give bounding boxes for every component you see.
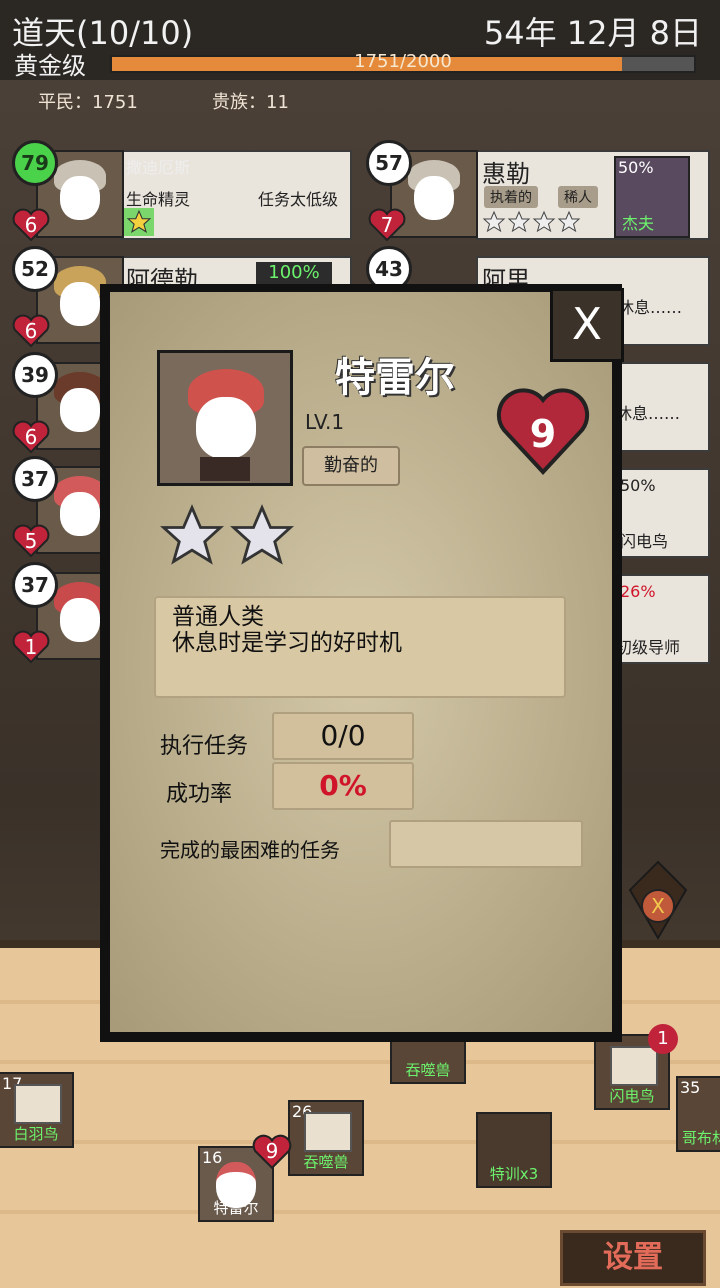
hero-card[interactable]: 惠勒 执着的 稀人 50% 杰夫: [476, 150, 710, 240]
hardest-task-label: 完成的最困难的任务: [160, 838, 340, 862]
floor-item[interactable]: 35 哥布林: [676, 1076, 720, 1152]
item-card[interactable]: 26% 初级导师: [612, 574, 710, 664]
floor-item[interactable]: 26 吞噬兽: [288, 1100, 364, 1176]
heart-badge: 9: [252, 1134, 292, 1170]
level-badge: 37: [12, 456, 58, 502]
floor-item[interactable]: 17 白羽鸟: [0, 1072, 74, 1148]
trait-tag: 勤奋的: [302, 446, 400, 486]
description-line: 普通人类: [172, 604, 264, 630]
side-name: 杰夫: [622, 214, 655, 233]
nobles-count: 贵族：11: [212, 92, 289, 113]
heart-count: 6: [24, 425, 38, 449]
success-label: 成功率: [166, 782, 233, 807]
level-badge: 37: [12, 562, 58, 608]
hero-name: 惠勒: [482, 160, 530, 188]
item-count: 35: [680, 1078, 701, 1097]
heart-count: 9: [265, 1139, 279, 1163]
heart-badge: 5: [12, 524, 50, 558]
hardest-task-value: [389, 820, 583, 868]
floor-item[interactable]: 特训x3: [476, 1112, 552, 1188]
hero-status: 休息……: [616, 404, 681, 423]
item-label: 特训x3: [489, 1165, 539, 1183]
hero-note: 任务太低级: [258, 190, 339, 209]
star-slot: [124, 208, 154, 236]
hero-race: 生命精灵: [126, 190, 191, 209]
item-label: 闪电鸟: [609, 1087, 655, 1105]
tasks-value: 0/0: [272, 712, 414, 760]
progress-text: 1751/2000: [354, 51, 452, 72]
hero-card[interactable]: 休息……: [612, 362, 710, 452]
settings-button[interactable]: 设置: [560, 1230, 706, 1286]
item-label: 特雷尔: [213, 1199, 259, 1217]
item-percent: 50%: [620, 476, 656, 495]
level-badge: 39: [12, 352, 58, 398]
item-card[interactable]: 50% 闪电鸟: [612, 468, 710, 558]
item-label: 哥布林: [682, 1129, 720, 1147]
item-label: 白羽鸟: [13, 1125, 59, 1143]
x-emblem-icon[interactable]: X: [628, 860, 688, 940]
item-percent: 26%: [620, 582, 656, 601]
star-icon: [158, 502, 226, 570]
level-badge: 79: [12, 140, 58, 186]
rank-label: 黄金级: [14, 52, 86, 80]
heart-count: 9: [529, 412, 557, 456]
success-value: 0%: [272, 762, 414, 810]
heart-count: 6: [24, 319, 38, 343]
commoners-count: 平民：1751: [38, 92, 138, 113]
face: [60, 388, 100, 432]
bundle-icon: [304, 1112, 352, 1152]
modal-hero-portrait: [157, 350, 293, 486]
date-display: 54年 12月 8日: [483, 14, 702, 52]
hero-name-wrap: 惠勒: [482, 154, 530, 189]
heart-badge: 1: [12, 630, 50, 664]
level-badge: 52: [12, 246, 58, 292]
body: [200, 457, 250, 481]
fame-progress-bar: 1751/2000: [110, 51, 696, 73]
face: [196, 397, 256, 459]
face: [60, 492, 100, 536]
side-percent: 50%: [618, 158, 654, 177]
face: [414, 176, 454, 220]
heart-badge: 7: [368, 208, 406, 242]
notification-badge: 1: [648, 1024, 678, 1054]
top-bar: 道天(10/10) 54年 12月 8日 黄金级 1751/2000: [0, 0, 720, 80]
modal-level: LV.1: [305, 410, 345, 434]
hero-card[interactable]: 撒迪厄斯 生命精灵 任务太低级: [120, 150, 352, 240]
trait-tag: 稀人: [558, 186, 598, 208]
floor-item[interactable]: 吞噬兽: [390, 1036, 466, 1084]
item-label: 吞噬兽: [303, 1153, 349, 1171]
heart-badge: 6: [12, 208, 50, 242]
hero-status: 休息……: [618, 298, 683, 317]
tasks-label: 执行任务: [160, 734, 249, 759]
heart-badge: 9: [496, 386, 590, 476]
side-portrait: 50% 杰夫: [614, 156, 690, 238]
svg-text:X: X: [651, 894, 665, 918]
heart-count: 1: [24, 635, 38, 659]
trait-tag: 执着的: [484, 186, 538, 208]
level-badge: 57: [366, 140, 412, 186]
face: [60, 282, 100, 326]
heart-count: 6: [24, 213, 38, 237]
floor-stripe: [0, 1210, 720, 1214]
modal-hero-name: 特雷尔: [335, 355, 455, 401]
item-name: 闪电鸟: [620, 532, 669, 551]
hero-description: 普通人类 休息时是学习的好时机: [154, 596, 566, 698]
star-icon: [228, 502, 296, 570]
item-count: 16: [202, 1148, 223, 1167]
heart-badge: 6: [12, 420, 50, 454]
face: [60, 598, 100, 642]
heart-badge: 6: [12, 314, 50, 348]
close-button[interactable]: X: [550, 288, 624, 362]
heart-count: 7: [380, 213, 394, 237]
star-row: [482, 210, 582, 238]
face: [60, 176, 100, 220]
item-name: 初级导师: [616, 638, 681, 657]
bundle-icon: [610, 1046, 658, 1086]
item-label: 吞噬兽: [405, 1061, 451, 1079]
description-line: 休息时是学习的好时机: [172, 630, 402, 656]
bundle-icon: [14, 1084, 62, 1124]
hero-name: 撒迪厄斯: [126, 158, 191, 177]
heart-count: 5: [24, 529, 38, 553]
